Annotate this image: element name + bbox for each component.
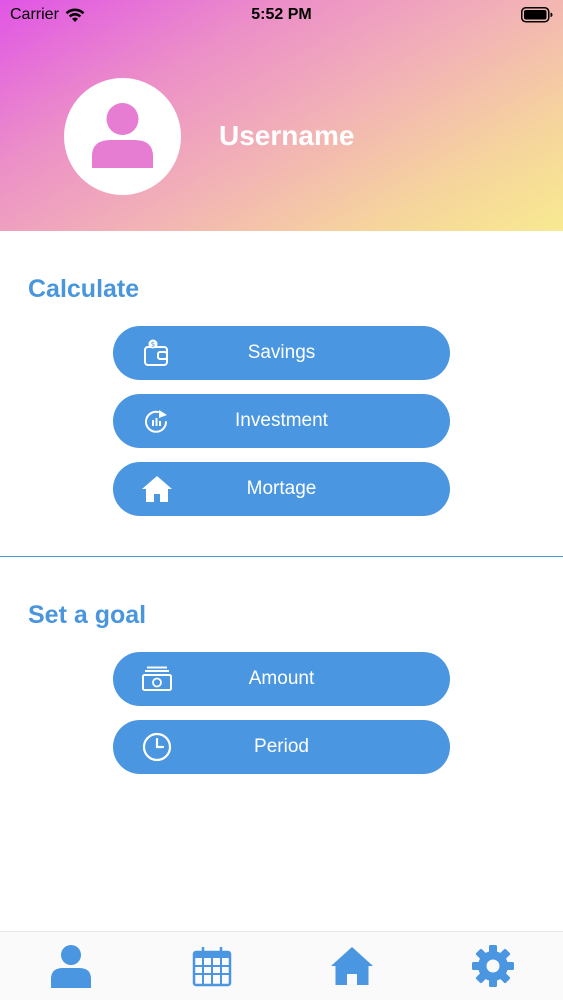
gear-icon [471,944,515,988]
svg-text:$: $ [151,341,155,349]
amount-label: Amount [248,668,315,689]
goal-title: Set a goal [28,601,147,629]
tab-settings[interactable] [471,944,515,988]
banknote-icon [141,664,173,694]
savings-label: Savings [247,342,316,363]
amount-button[interactable]: Amount [113,652,450,706]
username: Username [219,120,355,151]
profile-header: Carrier 5:52 PM Username [0,0,563,231]
savings-button[interactable]: $ Savings [113,326,450,380]
tab-calendar[interactable] [190,944,234,988]
tab-bar [0,931,563,1000]
carrier: Carrier [10,6,85,24]
carrier-label: Carrier [10,6,59,23]
tab-home[interactable] [330,944,374,988]
section-divider [0,556,563,557]
person-icon [49,944,93,988]
clock-icon [141,732,173,762]
battery-icon [521,7,553,28]
investment-chart-icon [141,406,173,436]
avatar[interactable] [64,78,181,195]
calendar-icon [190,944,234,988]
wallet-icon: $ [141,338,173,368]
period-label: Period [254,736,309,757]
tab-profile[interactable] [49,944,93,988]
period-button[interactable]: Period [113,720,450,774]
status-bar: Carrier 5:52 PM [0,0,563,30]
investment-label: Investment [235,410,328,431]
calculate-title: Calculate [28,275,140,303]
investment-button[interactable]: Investment [113,394,450,448]
mortage-label: Mortage [246,478,317,499]
mortage-button[interactable]: Mortage [113,462,450,516]
house-icon [141,474,173,504]
house-icon [330,944,374,988]
wifi-icon [65,7,85,23]
